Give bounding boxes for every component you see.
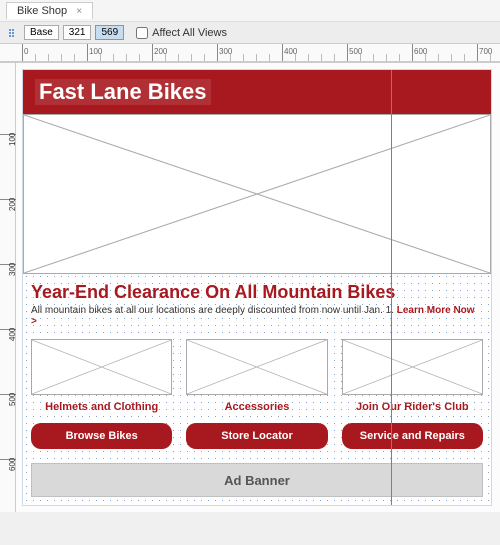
affect-all-checkbox-input[interactable] xyxy=(136,27,148,39)
image-placeholder[interactable] xyxy=(31,339,172,395)
button-row: Browse Bikes Store Locator Service and R… xyxy=(23,413,491,457)
subline-text: All mountain bikes at all our locations … xyxy=(31,305,394,316)
breakpoint-base[interactable]: Base xyxy=(24,25,59,40)
horizontal-ruler: 0100200300400500600700 xyxy=(0,44,500,62)
ad-banner-placeholder[interactable]: Ad Banner xyxy=(31,463,483,497)
card-riders-club[interactable]: Join Our Rider's Club xyxy=(342,339,483,413)
tab-title: Bike Shop xyxy=(17,5,67,17)
close-icon[interactable]: × xyxy=(76,6,82,17)
vertical-guide[interactable] xyxy=(391,70,392,505)
affect-all-views-checkbox[interactable]: Affect All Views xyxy=(136,27,227,39)
breakpoint-321[interactable]: 321 xyxy=(63,25,92,40)
breakpoint-569[interactable]: 569 xyxy=(95,25,124,40)
image-placeholder[interactable] xyxy=(186,339,327,395)
browse-bikes-button[interactable]: Browse Bikes xyxy=(31,423,172,449)
card-accessories[interactable]: Accessories xyxy=(186,339,327,413)
subheadline[interactable]: All mountain bikes at all our locations … xyxy=(23,305,491,331)
card-row: Helmets and Clothing Accessories Join Ou… xyxy=(23,331,491,413)
card-helmets[interactable]: Helmets and Clothing xyxy=(31,339,172,413)
card-label: Helmets and Clothing xyxy=(31,401,172,413)
site-banner[interactable]: Fast Lane Bikes xyxy=(23,70,491,114)
grip-icon xyxy=(6,26,20,40)
vertical-ruler: 100200300400500600700 xyxy=(0,63,16,512)
card-label: Accessories xyxy=(186,401,327,413)
ad-label: Ad Banner xyxy=(224,473,290,488)
affect-all-label: Affect All Views xyxy=(152,27,227,39)
card-label: Join Our Rider's Club xyxy=(342,401,483,413)
image-placeholder[interactable] xyxy=(342,339,483,395)
document-tab[interactable]: Bike Shop × xyxy=(6,2,93,19)
design-canvas[interactable]: Fast Lane Bikes Year-End Clearance On Al… xyxy=(22,69,492,506)
service-repairs-button[interactable]: Service and Repairs xyxy=(342,423,483,449)
headline[interactable]: Year-End Clearance On All Mountain Bikes xyxy=(23,274,491,305)
hero-image-placeholder[interactable] xyxy=(23,114,491,274)
store-locator-button[interactable]: Store Locator xyxy=(186,423,327,449)
site-title: Fast Lane Bikes xyxy=(35,79,211,105)
